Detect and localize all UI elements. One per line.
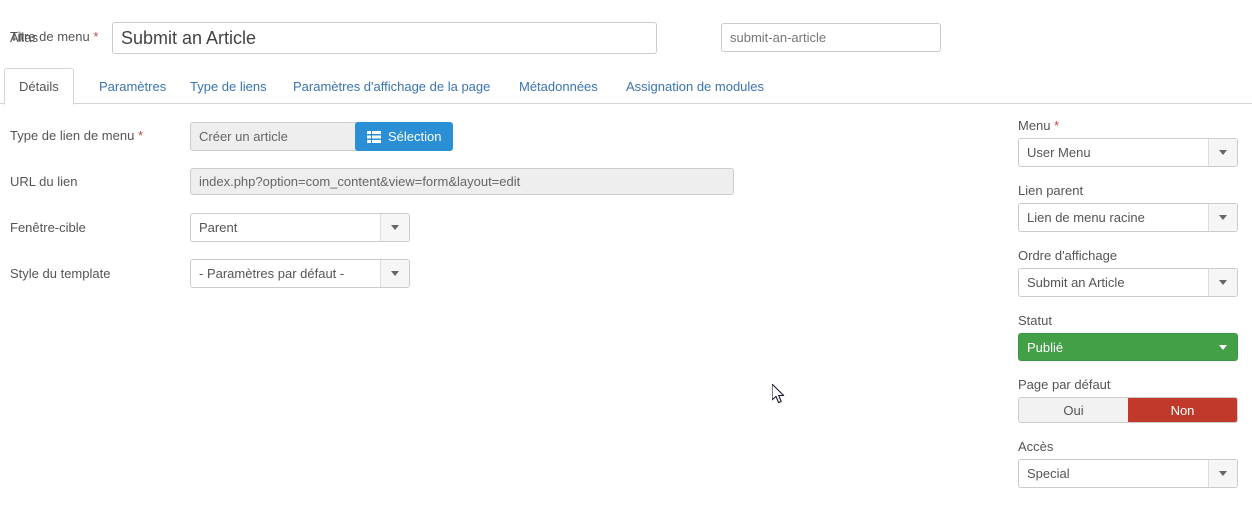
sidebar-group-status: Statut Publié <box>1018 313 1240 361</box>
access-label: Accès <box>1018 439 1054 454</box>
ordering-value: Submit an Article <box>1027 275 1125 290</box>
menu-link-type-input[interactable] <box>190 122 366 151</box>
parent-item-value: Lien de menu racine <box>1027 210 1145 225</box>
sidebar-group-ordering: Ordre d'affichage Submit an Article <box>1018 248 1240 297</box>
list-icon <box>367 130 381 143</box>
tab-page-display[interactable]: Paramètres d'affichage de la page <box>279 68 504 104</box>
ordering-label: Ordre d'affichage <box>1018 248 1118 263</box>
chevron-down-icon[interactable] <box>380 260 409 287</box>
title-alias-row: Titre de menu * Alias <box>0 0 1252 66</box>
menu-item-edit-page: Titre de menu * Alias Détails Paramètres… <box>0 0 1252 507</box>
mouse-cursor <box>771 383 786 405</box>
menu-link-type-label: Type de lien de menu * <box>10 128 143 143</box>
alias-input[interactable] <box>721 23 941 52</box>
parent-item-select[interactable]: Lien de menu racine <box>1018 203 1238 232</box>
target-window-value: Parent <box>199 220 238 235</box>
status-select[interactable]: Publié <box>1018 333 1238 361</box>
select-link-type-button-label: Sélection <box>388 129 442 144</box>
menu-title-input[interactable] <box>112 22 657 54</box>
sidebar-panel: Menu * User Menu Lien parent Lien de men… <box>1018 118 1240 504</box>
sidebar-group-default-page: Page par défaut Oui Non <box>1018 377 1240 423</box>
sidebar-group-parent-item: Lien parent Lien de menu racine <box>1018 183 1240 232</box>
access-value: Special <box>1027 466 1070 481</box>
menu-select[interactable]: User Menu <box>1018 138 1238 167</box>
template-style-label: Style du template <box>10 266 111 281</box>
target-window-select[interactable]: Parent <box>190 213 410 242</box>
sidebar-group-menu: Menu * User Menu <box>1018 118 1240 167</box>
link-url-label: URL du lien <box>10 174 78 189</box>
menu-value: User Menu <box>1027 145 1091 160</box>
default-page-no-option[interactable]: Non <box>1128 398 1237 422</box>
default-page-toggle[interactable]: Oui Non <box>1018 397 1238 423</box>
required-asterisk: * <box>137 128 143 143</box>
ordering-select[interactable]: Submit an Article <box>1018 268 1238 297</box>
default-page-yes-option[interactable]: Oui <box>1019 398 1128 422</box>
chevron-down-icon[interactable] <box>380 214 409 241</box>
alias-label: Alias <box>10 30 39 45</box>
access-select[interactable]: Special <box>1018 459 1238 488</box>
tab-bar: Détails Paramètres Type de liens Paramèt… <box>0 68 1252 105</box>
target-window-label: Fenêtre-cible <box>10 220 86 235</box>
chevron-down-icon[interactable] <box>1208 269 1237 296</box>
required-asterisk: * <box>93 29 99 44</box>
required-asterisk: * <box>1054 118 1060 133</box>
select-link-type-button[interactable]: Sélection <box>355 122 454 151</box>
tab-metadonnees[interactable]: Métadonnées <box>505 68 612 104</box>
chevron-down-icon[interactable] <box>1208 460 1237 487</box>
menu-label-text: Menu <box>1018 118 1051 133</box>
link-url-input[interactable] <box>190 168 734 195</box>
chevron-down-icon[interactable] <box>1208 334 1237 360</box>
tab-module-assignment[interactable]: Assignation de modules <box>612 68 778 104</box>
menu-link-type-label-text: Type de lien de menu <box>10 128 135 143</box>
tab-details[interactable]: Détails <box>4 68 74 105</box>
default-page-label: Page par défaut <box>1018 377 1111 392</box>
chevron-down-icon[interactable] <box>1208 139 1237 166</box>
parent-item-label: Lien parent <box>1018 183 1084 198</box>
sidebar-group-access: Accès Special <box>1018 439 1240 488</box>
status-value: Publié <box>1027 339 1064 355</box>
tab-parametres[interactable]: Paramètres <box>85 68 180 104</box>
menu-label: Menu * <box>1018 118 1240 133</box>
chevron-down-icon[interactable] <box>1208 204 1237 231</box>
tab-type-de-liens[interactable]: Type de liens <box>176 68 281 104</box>
template-style-select[interactable]: - Paramètres par défaut - <box>190 259 410 288</box>
template-style-value: - Paramètres par défaut - <box>199 266 345 281</box>
status-label: Statut <box>1018 313 1052 328</box>
